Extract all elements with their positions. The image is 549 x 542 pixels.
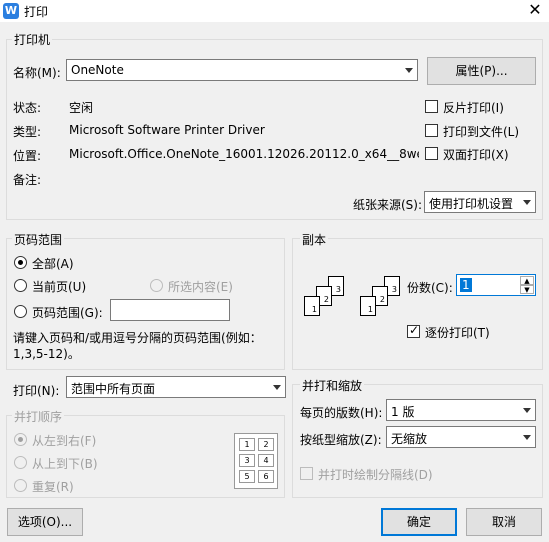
duplex-label[interactable]: 双面打印(X)	[443, 146, 509, 163]
ok-button[interactable]: 确定	[381, 508, 457, 536]
collate-label[interactable]: 逐份打印(T)	[425, 324, 490, 341]
range-all-radio[interactable]	[14, 256, 27, 269]
status-label: 状态:	[13, 101, 42, 115]
range-pages-label[interactable]: 页码范围(G):	[32, 304, 103, 321]
paper-source-value: 使用打印机设置	[429, 197, 514, 211]
order-grid-preview: 1 2 3 4 5 6	[234, 433, 278, 489]
pages-per-sheet-label: 每页的版数(H):	[300, 406, 383, 420]
scale-select[interactable]: 无缩放	[386, 426, 536, 448]
close-icon[interactable]: ✕	[524, 0, 546, 22]
draw-separator-label: 并打时绘制分隔线(D)	[318, 468, 433, 482]
chevron-down-icon	[273, 385, 281, 390]
order-top-bottom-label: 从上到下(B)	[32, 457, 98, 471]
print-what-value: 范围中所有页面	[71, 382, 156, 396]
page-range-input[interactable]	[110, 299, 230, 321]
location-value: Microsoft.Office.OneNote_16001.12026.201…	[69, 147, 419, 161]
spin-up-icon[interactable]: ▲	[520, 276, 534, 285]
order-left-right-radio	[14, 433, 27, 446]
grid-cell: 6	[258, 470, 274, 483]
title-bar: W 打印 ✕	[0, 0, 549, 22]
range-selection-radio	[150, 279, 163, 292]
order-repeat-radio	[14, 479, 27, 492]
copies-count-label: 份数(C):	[407, 281, 453, 295]
copies-title: 副本	[300, 231, 329, 248]
page-icon: 1	[304, 296, 320, 316]
range-all-label[interactable]: 全部(A)	[32, 255, 74, 272]
order-top-bottom-radio	[14, 456, 27, 469]
order-repeat-label: 重复(R)	[32, 480, 74, 494]
page-range-hint: 请键入页码和/或用逗号分隔的页码范围(例如：1,3,5-12)。	[13, 331, 262, 361]
printer-group-title: 打印机	[12, 31, 53, 48]
spin-down-icon[interactable]: ▼	[520, 285, 534, 294]
chevron-down-icon	[523, 408, 531, 413]
printer-name-label: 名称(M):	[13, 66, 61, 80]
range-current-label[interactable]: 当前页(U)	[32, 278, 86, 295]
reverse-print-label[interactable]: 反片打印(I)	[443, 99, 504, 116]
zoom-title: 并打和缩放	[300, 377, 365, 394]
paper-source-label: 纸张来源(S):	[353, 198, 423, 212]
print-what-select[interactable]: 范围中所有页面	[66, 376, 286, 398]
wps-logo-icon: W	[3, 3, 19, 19]
duplex-checkbox[interactable]	[425, 147, 438, 160]
printer-name-value: OneNote	[71, 63, 124, 77]
grid-cell: 5	[239, 470, 255, 483]
pages-per-sheet-value: 1 版	[391, 405, 415, 419]
copies-count-value: 1	[460, 278, 472, 292]
collate-checkbox[interactable]	[407, 323, 420, 338]
type-label: 类型:	[13, 125, 42, 139]
chevron-down-icon	[523, 435, 531, 440]
page-range-title: 页码范围	[12, 231, 65, 248]
grid-cell: 4	[258, 454, 274, 467]
grid-cell: 3	[239, 454, 255, 467]
pages-per-sheet-select[interactable]: 1 版	[386, 399, 536, 421]
reverse-print-checkbox[interactable]	[425, 100, 438, 113]
cancel-button[interactable]: 取消	[466, 508, 542, 536]
scale-value: 无缩放	[391, 432, 428, 446]
paper-source-select[interactable]: 使用打印机设置	[424, 191, 536, 213]
chevron-down-icon	[523, 200, 531, 205]
scale-label: 按纸型缩放(Z):	[300, 433, 382, 447]
order-title: 并打顺序	[12, 408, 65, 425]
copies-count-spinner[interactable]: 1 ▲ ▼	[456, 274, 536, 296]
grid-cell: 2	[258, 438, 274, 451]
print-to-file-checkbox[interactable]	[425, 124, 438, 137]
properties-button[interactable]: 属性(P)...	[427, 57, 536, 85]
page-icon: 1	[360, 296, 376, 316]
draw-separator-checkbox	[300, 467, 313, 480]
range-pages-radio[interactable]	[14, 305, 27, 318]
range-current-radio[interactable]	[14, 279, 27, 292]
order-left-right-label: 从左到右(F)	[32, 434, 97, 448]
print-what-label: 打印(N):	[13, 384, 60, 398]
range-selection-label: 所选内容(E)	[168, 280, 233, 294]
collate-illustration: 3 2 1 3 2 1	[300, 276, 400, 336]
comment-label: 备注:	[13, 173, 42, 187]
printer-name-select[interactable]: OneNote	[66, 59, 418, 81]
grid-cell: 1	[239, 438, 255, 451]
options-button[interactable]: 选项(O)...	[7, 508, 83, 536]
print-to-file-label[interactable]: 打印到文件(L)	[443, 123, 519, 140]
location-label: 位置:	[13, 149, 42, 163]
status-value: 空闲	[69, 101, 94, 115]
type-value: Microsoft Software Printer Driver	[69, 123, 265, 137]
chevron-down-icon	[405, 68, 413, 73]
window-title: 打印	[24, 5, 49, 19]
